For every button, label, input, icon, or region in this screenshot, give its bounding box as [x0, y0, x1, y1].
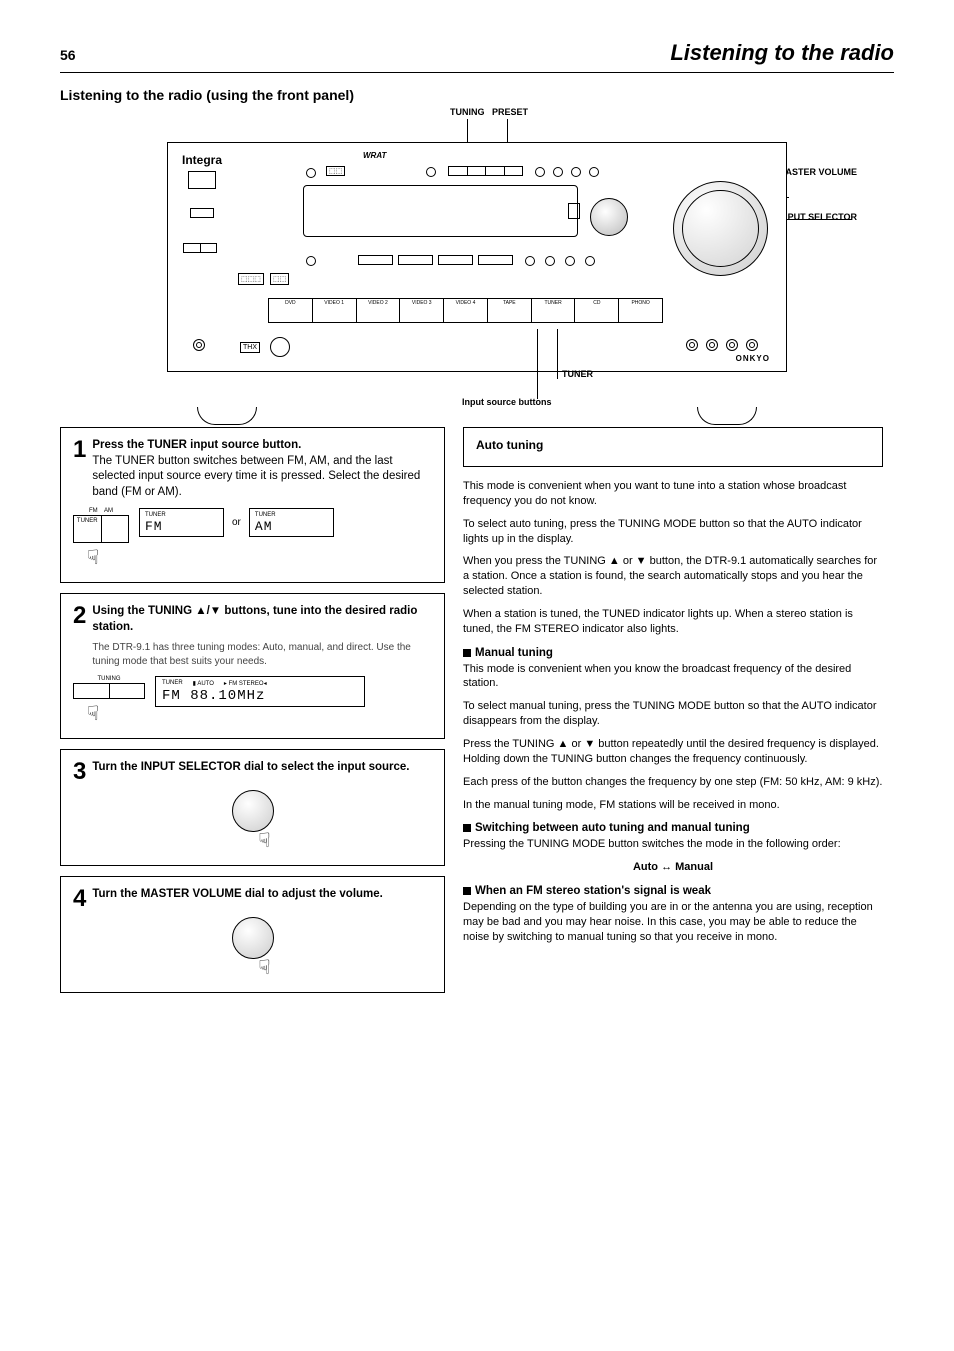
step-number: 1	[73, 438, 86, 500]
speaker-ab-button	[183, 243, 217, 253]
or-label: or	[232, 517, 241, 528]
auto-tuning-heading: Auto tuning	[476, 438, 870, 452]
step-number: 2	[73, 604, 86, 668]
sel-button	[358, 255, 393, 265]
step-4-box: 4 Turn the MASTER VOLUME dial to adjust …	[60, 876, 445, 993]
step-1-box: 1 Press the TUNER input source button. T…	[60, 427, 445, 583]
manual-tuning-para: This mode is convenient when you know th…	[463, 662, 883, 692]
auto-tuning-para: This mode is convenient when you want to…	[463, 479, 883, 509]
hand-icon: ☟	[87, 545, 129, 570]
button-caption: FM AM	[73, 508, 129, 515]
step-3-box: 3 Turn the INPUT SELECTOR dial to select…	[60, 749, 445, 866]
label-input-selector: INPUT SELECTOR	[779, 212, 857, 222]
memory-slot	[568, 203, 580, 219]
brand-logo: Integra	[182, 153, 222, 167]
receiver-foot	[697, 407, 757, 425]
display-panel	[303, 185, 578, 237]
receiver-foot	[197, 407, 257, 425]
auto-tuning-box: Auto tuning	[463, 427, 883, 467]
indicator-dot	[525, 256, 535, 266]
switch-cycle: Auto ↔ Manual	[463, 860, 883, 875]
power-switch	[188, 171, 216, 189]
receiver-diagram: TUNING PRESET MASTER VOLUME INPUT SELECT…	[167, 107, 787, 407]
tuner-button-illus: TUNER	[73, 515, 129, 543]
indicator-dot	[565, 256, 575, 266]
input-source-row: DVD VIDEO 1 VIDEO 2 VIDEO 3 VIDEO 4 TAPE…	[268, 298, 663, 323]
manual-tuning-para: Press the TUNING ▲ or ▼ button repeatedl…	[463, 737, 883, 767]
hand-icon: ☟	[258, 828, 270, 853]
input-selector-illus	[232, 790, 274, 832]
step-2-box: 2 Using the TUNING ▲/▼ buttons, tune int…	[60, 593, 445, 739]
step-number: 4	[73, 887, 86, 911]
tuning-button-illus	[73, 683, 145, 699]
step-text: Press the TUNER input source button. The…	[92, 438, 432, 500]
section-heading: Listening to the radio (using the front …	[60, 87, 894, 103]
dts-icon: ⬚⬚⬚	[238, 273, 264, 285]
indicator-dot	[306, 168, 316, 178]
auto-tuning-para: To select auto tuning, press the TUNING …	[463, 517, 883, 547]
indicator-dot	[426, 167, 436, 177]
phones-jack	[193, 339, 205, 351]
av-jack	[686, 339, 698, 351]
indicator-dot	[585, 256, 595, 266]
step-text: Using the TUNING ▲/▼ buttons, tune into …	[92, 604, 432, 668]
display-fm: TUNER FM	[139, 508, 224, 537]
step-text: Turn the MASTER VOLUME dial to adjust th…	[92, 887, 383, 911]
manual-tuning-para: To select manual tuning, press the TUNIN…	[463, 699, 883, 729]
indicator-dot	[545, 256, 555, 266]
av-jack	[726, 339, 738, 351]
wrat-label: WRAT	[363, 151, 386, 160]
display-am: TUNER AM	[249, 508, 334, 537]
info-column: Auto tuning This mode is convenient when…	[463, 427, 883, 953]
master-volume-knob	[673, 181, 768, 276]
manual-tuning-para: In the manual tuning mode, FM stations w…	[463, 798, 883, 813]
sel-button	[398, 255, 433, 265]
step-hint: The DTR-9.1 has three tuning modes: Auto…	[92, 641, 432, 668]
auto-tuning-para: When you press the TUNING ▲ or ▼ button,…	[463, 554, 883, 599]
sel-button	[478, 255, 513, 265]
tuning-preset-buttons	[448, 166, 523, 176]
label-tuning: TUNING PRESET	[450, 107, 528, 117]
switch-para: Pressing the TUNING MODE button switches…	[463, 837, 883, 852]
weak-signal-para: Depending on the type of building you ar…	[463, 900, 883, 945]
hand-icon: ☟	[258, 955, 270, 980]
surround-mode-icon: ⬚⬚	[326, 166, 345, 176]
hand-icon: ☟	[87, 701, 145, 726]
step-number: 3	[73, 760, 86, 784]
divider	[60, 72, 894, 73]
page-title: Listening to the radio	[670, 40, 894, 66]
auto-tuning-para: When a station is tuned, the TUNED indic…	[463, 607, 883, 637]
manual-tuning-para: Each press of the button changes the fre…	[463, 775, 883, 790]
manual-tuning-heading: Manual tuning	[463, 647, 883, 659]
steps-column: 1 Press the TUNER input source button. T…	[60, 427, 445, 1003]
indicator-dot	[553, 167, 563, 177]
display-tuned: TUNER▮ AUTO▸ FM STEREO◂ FM 88.10MHz	[155, 676, 365, 707]
page-number: 56	[60, 47, 76, 63]
dolby-icon: ⬚⬚	[270, 273, 289, 285]
onkyo-brand: ONKYO	[736, 354, 770, 363]
label-master-volume: MASTER VOLUME	[778, 167, 857, 177]
sel-button	[438, 255, 473, 265]
switch-heading: Switching between auto tuning and manual…	[463, 822, 883, 834]
input-selector-knob	[590, 198, 628, 236]
indicator-dot	[571, 167, 581, 177]
label-tuner-button: TUNER	[562, 369, 593, 379]
indicator-dot	[535, 167, 545, 177]
label-input-source-buttons: Input source buttons	[462, 397, 552, 407]
indicator-dot	[589, 167, 599, 177]
master-volume-illus	[232, 917, 274, 959]
standby-button	[190, 208, 214, 218]
thx-icon: THX	[240, 342, 260, 353]
setup-dial	[270, 337, 290, 357]
av-jack	[746, 339, 758, 351]
indicator-dot	[306, 256, 316, 266]
button-caption: TUNING	[73, 676, 145, 683]
step-text: Turn the INPUT SELECTOR dial to select t…	[92, 760, 409, 784]
weak-signal-heading: When an FM stereo station's signal is we…	[463, 885, 883, 897]
av-jack	[706, 339, 718, 351]
